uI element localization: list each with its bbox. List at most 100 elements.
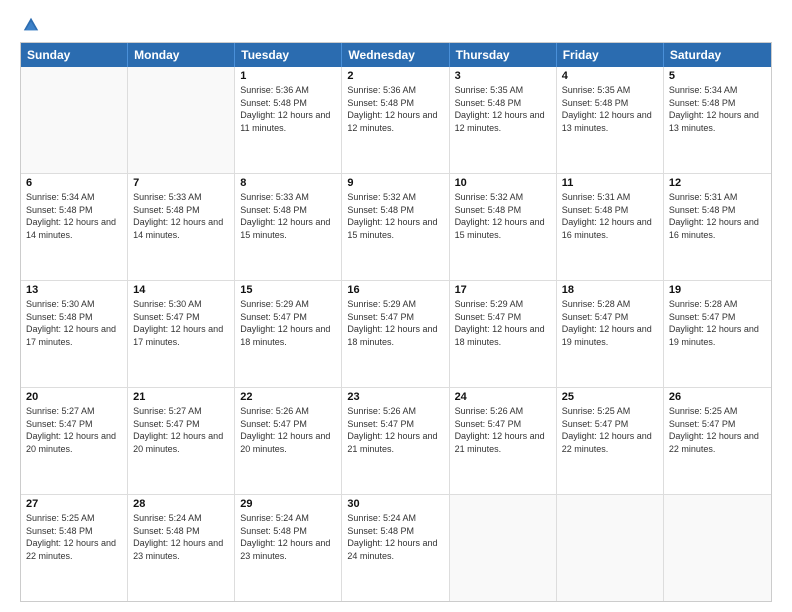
- calendar-cell: [21, 67, 128, 173]
- cell-text: Sunrise: 5:28 AM Sunset: 5:47 PM Dayligh…: [669, 298, 766, 348]
- calendar-cell: 22 Sunrise: 5:26 AM Sunset: 5:47 PM Dayli…: [235, 388, 342, 494]
- calendar-cell: 21 Sunrise: 5:27 AM Sunset: 5:47 PM Dayli…: [128, 388, 235, 494]
- calendar-cell: [450, 495, 557, 601]
- cell-text: Sunrise: 5:27 AM Sunset: 5:47 PM Dayligh…: [26, 405, 122, 455]
- cell-text: Sunrise: 5:25 AM Sunset: 5:47 PM Dayligh…: [562, 405, 658, 455]
- calendar-cell: 17 Sunrise: 5:29 AM Sunset: 5:47 PM Dayli…: [450, 281, 557, 387]
- page: SundayMondayTuesdayWednesdayThursdayFrid…: [0, 0, 792, 612]
- cell-text: Sunrise: 5:26 AM Sunset: 5:47 PM Dayligh…: [455, 405, 551, 455]
- calendar-cell: [128, 67, 235, 173]
- calendar-cell: 10 Sunrise: 5:32 AM Sunset: 5:48 PM Dayli…: [450, 174, 557, 280]
- logo: [20, 16, 40, 34]
- day-number: 5: [669, 70, 766, 82]
- day-number: 25: [562, 391, 658, 403]
- day-number: 18: [562, 284, 658, 296]
- day-number: 9: [347, 177, 443, 189]
- calendar-cell: 4 Sunrise: 5:35 AM Sunset: 5:48 PM Daylig…: [557, 67, 664, 173]
- calendar-week-row: 27 Sunrise: 5:25 AM Sunset: 5:48 PM Dayli…: [21, 495, 771, 601]
- calendar-cell: 30Sunrise: 5:24 AM Sunset: 5:48 PM Dayli…: [342, 495, 449, 601]
- calendar-cell: 7 Sunrise: 5:33 AM Sunset: 5:48 PM Daylig…: [128, 174, 235, 280]
- day-number: 17: [455, 284, 551, 296]
- cell-text: Sunrise: 5:31 AM Sunset: 5:48 PM Dayligh…: [562, 191, 658, 241]
- calendar-header-cell: Saturday: [664, 43, 771, 67]
- calendar-cell: 19Sunrise: 5:28 AM Sunset: 5:47 PM Dayli…: [664, 281, 771, 387]
- cell-text: Sunrise: 5:29 AM Sunset: 5:47 PM Dayligh…: [455, 298, 551, 348]
- day-number: 4: [562, 70, 658, 82]
- cell-text: Sunrise: 5:32 AM Sunset: 5:48 PM Dayligh…: [347, 191, 443, 241]
- cell-text: Sunrise: 5:25 AM Sunset: 5:48 PM Dayligh…: [26, 512, 122, 562]
- day-number: 22: [240, 391, 336, 403]
- day-number: 26: [669, 391, 766, 403]
- calendar-week-row: 13 Sunrise: 5:30 AM Sunset: 5:48 PM Dayli…: [21, 281, 771, 388]
- day-number: 13: [26, 284, 122, 296]
- calendar-cell: 8 Sunrise: 5:33 AM Sunset: 5:48 PM Daylig…: [235, 174, 342, 280]
- cell-text: Sunrise: 5:34 AM Sunset: 5:48 PM Dayligh…: [26, 191, 122, 241]
- calendar-cell: 15 Sunrise: 5:29 AM Sunset: 5:47 PM Dayli…: [235, 281, 342, 387]
- calendar-cell: 20 Sunrise: 5:27 AM Sunset: 5:47 PM Dayli…: [21, 388, 128, 494]
- calendar-header-cell: Monday: [128, 43, 235, 67]
- cell-text: Sunrise: 5:33 AM Sunset: 5:48 PM Dayligh…: [240, 191, 336, 241]
- calendar-cell: 13 Sunrise: 5:30 AM Sunset: 5:48 PM Dayli…: [21, 281, 128, 387]
- cell-text: Sunrise: 5:35 AM Sunset: 5:48 PM Dayligh…: [455, 84, 551, 134]
- calendar-header-cell: Thursday: [450, 43, 557, 67]
- calendar-header-row: SundayMondayTuesdayWednesdayThursdayFrid…: [21, 43, 771, 67]
- calendar-cell: 27 Sunrise: 5:25 AM Sunset: 5:48 PM Dayli…: [21, 495, 128, 601]
- cell-text: Sunrise: 5:30 AM Sunset: 5:48 PM Dayligh…: [26, 298, 122, 348]
- day-number: 6: [26, 177, 122, 189]
- calendar-header-cell: Tuesday: [235, 43, 342, 67]
- cell-text: Sunrise: 5:24 AM Sunset: 5:48 PM Dayligh…: [240, 512, 336, 562]
- calendar-cell: 23Sunrise: 5:26 AM Sunset: 5:47 PM Dayli…: [342, 388, 449, 494]
- cell-text: Sunrise: 5:33 AM Sunset: 5:48 PM Dayligh…: [133, 191, 229, 241]
- calendar-cell: 9 Sunrise: 5:32 AM Sunset: 5:48 PM Daylig…: [342, 174, 449, 280]
- day-number: 30: [347, 498, 443, 510]
- cell-text: Sunrise: 5:32 AM Sunset: 5:48 PM Dayligh…: [455, 191, 551, 241]
- cell-text: Sunrise: 5:31 AM Sunset: 5:48 PM Dayligh…: [669, 191, 766, 241]
- day-number: 24: [455, 391, 551, 403]
- calendar-header-cell: Sunday: [21, 43, 128, 67]
- day-number: 15: [240, 284, 336, 296]
- cell-text: Sunrise: 5:35 AM Sunset: 5:48 PM Dayligh…: [562, 84, 658, 134]
- day-number: 28: [133, 498, 229, 510]
- cell-text: Sunrise: 5:26 AM Sunset: 5:47 PM Dayligh…: [240, 405, 336, 455]
- cell-text: Sunrise: 5:25 AM Sunset: 5:47 PM Dayligh…: [669, 405, 766, 455]
- day-number: 21: [133, 391, 229, 403]
- cell-text: Sunrise: 5:29 AM Sunset: 5:47 PM Dayligh…: [240, 298, 336, 348]
- calendar-cell: 5Sunrise: 5:34 AM Sunset: 5:48 PM Daylig…: [664, 67, 771, 173]
- calendar-cell: 3 Sunrise: 5:35 AM Sunset: 5:48 PM Daylig…: [450, 67, 557, 173]
- day-number: 8: [240, 177, 336, 189]
- day-number: 3: [455, 70, 551, 82]
- day-number: 2: [347, 70, 443, 82]
- day-number: 20: [26, 391, 122, 403]
- cell-text: Sunrise: 5:36 AM Sunset: 5:48 PM Dayligh…: [347, 84, 443, 134]
- day-number: 1: [240, 70, 336, 82]
- day-number: 27: [26, 498, 122, 510]
- day-number: 11: [562, 177, 658, 189]
- calendar-cell: 25 Sunrise: 5:25 AM Sunset: 5:47 PM Dayli…: [557, 388, 664, 494]
- logo-icon: [22, 16, 40, 34]
- cell-text: Sunrise: 5:24 AM Sunset: 5:48 PM Dayligh…: [133, 512, 229, 562]
- cell-text: Sunrise: 5:36 AM Sunset: 5:48 PM Dayligh…: [240, 84, 336, 134]
- cell-text: Sunrise: 5:26 AM Sunset: 5:47 PM Dayligh…: [347, 405, 443, 455]
- cell-text: Sunrise: 5:30 AM Sunset: 5:47 PM Dayligh…: [133, 298, 229, 348]
- calendar-body: 1 Sunrise: 5:36 AM Sunset: 5:48 PM Daylig…: [21, 67, 771, 601]
- calendar-week-row: 6 Sunrise: 5:34 AM Sunset: 5:48 PM Daylig…: [21, 174, 771, 281]
- day-number: 10: [455, 177, 551, 189]
- calendar-cell: 29 Sunrise: 5:24 AM Sunset: 5:48 PM Dayli…: [235, 495, 342, 601]
- cell-text: Sunrise: 5:28 AM Sunset: 5:47 PM Dayligh…: [562, 298, 658, 348]
- calendar-cell: 12 Sunrise: 5:31 AM Sunset: 5:48 PM Dayli…: [664, 174, 771, 280]
- calendar: SundayMondayTuesdayWednesdayThursdayFrid…: [20, 42, 772, 602]
- calendar-cell: [664, 495, 771, 601]
- logo-text: [20, 16, 40, 34]
- cell-text: Sunrise: 5:27 AM Sunset: 5:47 PM Dayligh…: [133, 405, 229, 455]
- calendar-cell: 6 Sunrise: 5:34 AM Sunset: 5:48 PM Daylig…: [21, 174, 128, 280]
- day-number: 7: [133, 177, 229, 189]
- calendar-week-row: 20 Sunrise: 5:27 AM Sunset: 5:47 PM Dayli…: [21, 388, 771, 495]
- day-number: 12: [669, 177, 766, 189]
- calendar-cell: 24 Sunrise: 5:26 AM Sunset: 5:47 PM Dayli…: [450, 388, 557, 494]
- calendar-cell: 16 Sunrise: 5:29 AM Sunset: 5:47 PM Dayli…: [342, 281, 449, 387]
- calendar-cell: [557, 495, 664, 601]
- day-number: 16: [347, 284, 443, 296]
- calendar-cell: 18 Sunrise: 5:28 AM Sunset: 5:47 PM Dayli…: [557, 281, 664, 387]
- day-number: 29: [240, 498, 336, 510]
- cell-text: Sunrise: 5:29 AM Sunset: 5:47 PM Dayligh…: [347, 298, 443, 348]
